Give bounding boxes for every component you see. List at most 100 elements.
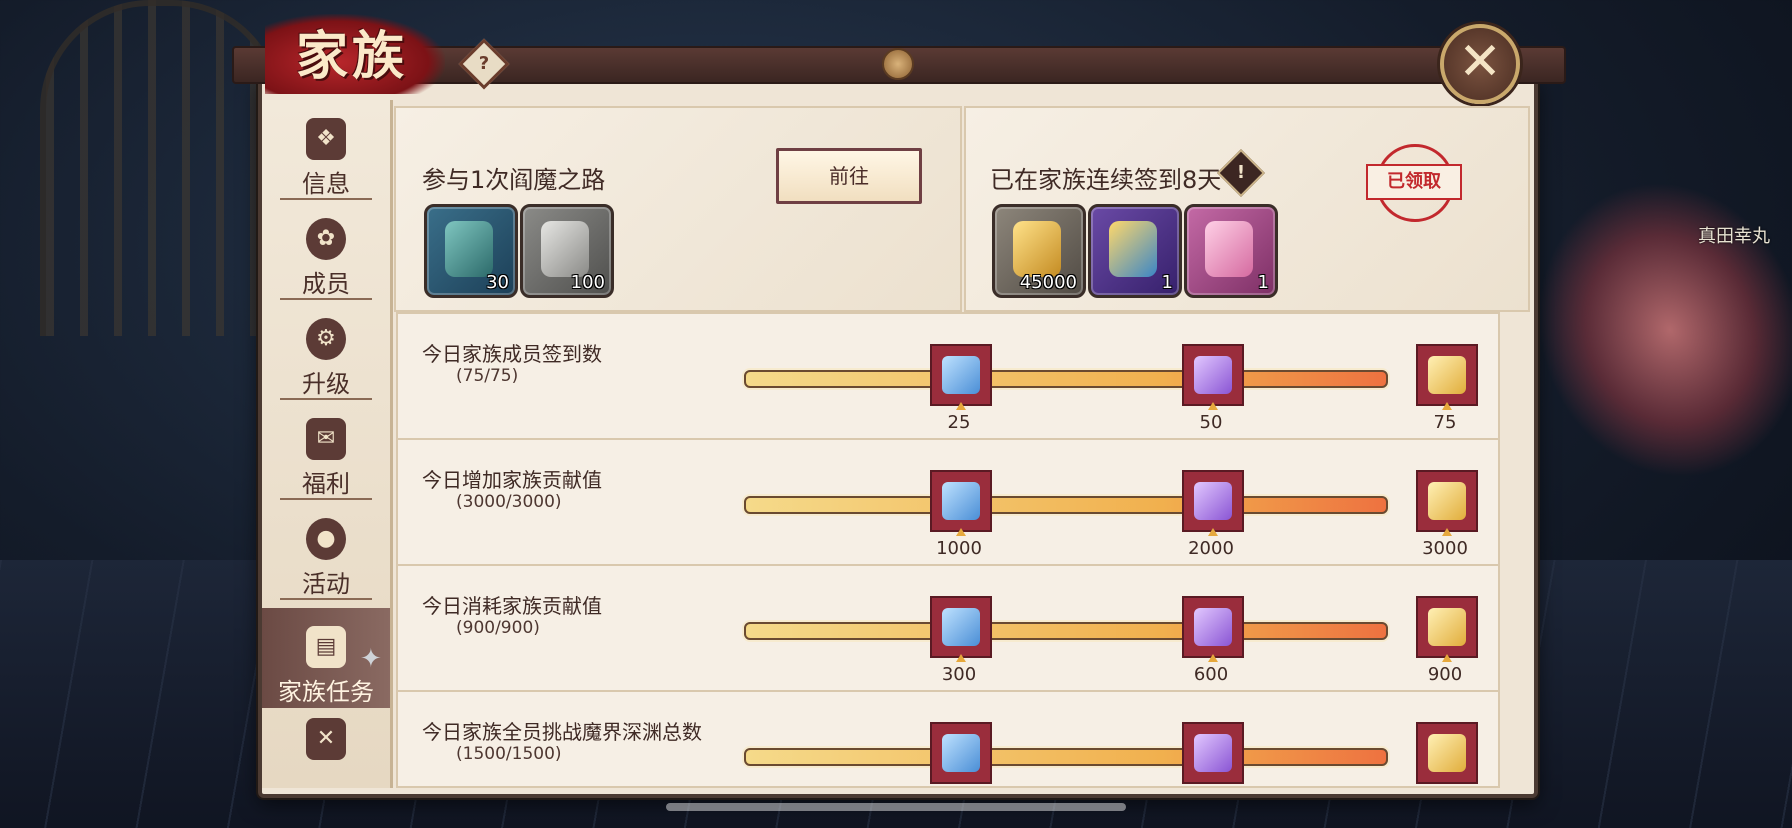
gold-chest-icon — [1428, 608, 1466, 646]
sidebar-item-label: 成员 — [302, 270, 350, 298]
milestone-label: 3000 — [1422, 538, 1468, 559]
gold-rune-icon — [1109, 221, 1157, 277]
progress-fill — [746, 624, 1386, 638]
task-title: 今日增加家族贡献值 — [422, 468, 602, 492]
marker-icon — [1442, 402, 1452, 410]
purple-chest-icon — [1194, 356, 1232, 394]
blue-chest-icon — [942, 482, 980, 520]
task-progress: (900/900) — [456, 618, 540, 638]
sidebar-item-label: 福利 — [302, 470, 350, 498]
purple-chest-icon — [1194, 734, 1232, 772]
crossed-weapons-icon: ✕ — [306, 718, 346, 760]
marker-icon — [956, 654, 966, 662]
marker-icon — [1208, 654, 1218, 662]
members-icon: ✿ — [306, 218, 346, 260]
page-title: 家族 — [296, 26, 409, 87]
claimed-stamp-label: 已领取 — [1366, 164, 1462, 200]
reward-count: 1 — [1257, 272, 1269, 293]
reward-chest-button[interactable] — [1416, 722, 1478, 784]
goto-button[interactable]: 前往 — [776, 148, 922, 204]
reward-chest-button[interactable] — [1416, 344, 1478, 410]
marker-icon — [1208, 528, 1218, 536]
reward-item[interactable]: 45000 — [992, 204, 1086, 298]
sidebar-item-members[interactable]: ✿ 成员 — [262, 200, 390, 300]
upgrade-icon: ⚙ — [306, 318, 346, 360]
sidebar-item-battle[interactable]: ✕ — [262, 700, 390, 800]
gold-chest-icon — [1428, 356, 1466, 394]
progress-bar — [744, 622, 1388, 640]
task-progress: (75/75) — [456, 366, 519, 386]
reward-chest-button[interactable] — [930, 596, 992, 662]
gold-coin-icon — [1013, 221, 1061, 277]
reward-count: 30 — [486, 272, 509, 293]
reward-chest-button[interactable] — [930, 470, 992, 536]
npc-name-label: 真田幸丸 — [1698, 226, 1770, 247]
milestone-label: 1000 — [936, 538, 982, 559]
marker-icon — [1442, 654, 1452, 662]
milestone-label: 25 — [947, 412, 971, 433]
sidebar-item-upgrade[interactable]: ⚙ 升级 — [262, 300, 390, 400]
signin-card: 已在家族连续签到8天 ! 已领取 45000 1 1 — [964, 106, 1530, 312]
reward-chest-button[interactable] — [1416, 470, 1478, 536]
marker-icon — [956, 402, 966, 410]
top-ornament-icon — [882, 48, 914, 80]
blue-chest-icon — [942, 356, 980, 394]
home-indicator[interactable] — [666, 803, 1126, 811]
progress-fill — [746, 750, 1386, 764]
daruma-icon: ● — [306, 518, 346, 560]
sidebar-item-label: 升级 — [302, 370, 350, 398]
iron-ore-icon — [541, 221, 589, 277]
reward-chest-button[interactable] — [1182, 722, 1244, 784]
sidebar-item-info[interactable]: ❖ 信息 — [262, 100, 390, 200]
purple-chest-icon — [1194, 608, 1232, 646]
milestone-label: 2000 — [1188, 538, 1234, 559]
exclamation-icon: ! — [1236, 162, 1246, 183]
task-title: 今日消耗家族贡献值 — [422, 594, 602, 618]
task-title: 今日家族全员挑战魔界深渊总数 — [422, 720, 702, 744]
marker-icon — [1442, 528, 1452, 536]
blue-chest-icon — [942, 734, 980, 772]
sidebar-item-label: 活动 — [302, 570, 350, 598]
task-row: 今日家族成员签到数 (75/75) 25 50 75 — [396, 312, 1500, 440]
reward-item[interactable]: 30 — [424, 204, 518, 298]
reward-chest-button[interactable] — [1416, 596, 1478, 662]
jade-token-icon — [445, 221, 493, 277]
reward-chest-button[interactable] — [930, 344, 992, 410]
progress-bar — [744, 748, 1388, 766]
task-progress: (1500/1500) — [456, 744, 562, 764]
reward-chest-button[interactable] — [1182, 470, 1244, 536]
reward-item[interactable]: 1 — [1184, 204, 1278, 298]
reward-chest-button[interactable] — [930, 722, 992, 784]
progress-bar — [744, 496, 1388, 514]
purple-chest-icon — [1194, 482, 1232, 520]
gold-chest-icon — [1428, 482, 1466, 520]
signin-title: 已在家族连续签到8天 — [990, 166, 1222, 194]
task-title: 今日家族成员签到数 — [422, 342, 602, 366]
pink-crystal-icon — [1205, 221, 1253, 277]
milestone-label: 900 — [1427, 664, 1463, 685]
quest-title: 参与1次阎魔之路 — [422, 166, 606, 194]
close-button[interactable]: ✕ — [1440, 24, 1520, 104]
reward-item[interactable]: 1 — [1088, 204, 1182, 298]
reward-chest-button[interactable] — [1182, 596, 1244, 662]
milestone-label: 75 — [1433, 412, 1457, 433]
sidebar-item-label: 信息 — [302, 170, 350, 198]
info-icon: ❖ — [306, 118, 346, 160]
gold-chest-icon — [1428, 734, 1466, 772]
scroll-icon: ▤ — [306, 626, 346, 668]
info-button[interactable]: ! — [1216, 148, 1266, 198]
progress-fill — [746, 372, 1386, 386]
reward-item[interactable]: 100 — [520, 204, 614, 298]
sidebar: ❖ 信息 ✿ 成员 ⚙ 升级 ✉ 福利 ● 活动 ▤ 家族任务 ✕ — [262, 100, 393, 788]
sidebar-item-events[interactable]: ● 活动 — [262, 500, 390, 600]
progress-bar — [744, 370, 1388, 388]
sidebar-item-welfare[interactable]: ✉ 福利 — [262, 400, 390, 500]
task-row: 今日增加家族贡献值 (3000/3000) 1000 2000 3000 — [396, 438, 1500, 566]
reward-chest-button[interactable] — [1182, 344, 1244, 410]
shuriken-pointer-icon: ✦ — [360, 644, 382, 674]
milestone-label: 600 — [1193, 664, 1229, 685]
task-row: 今日家族全员挑战魔界深渊总数 (1500/1500) — [396, 690, 1500, 788]
task-progress: (3000/3000) — [456, 492, 562, 512]
question-icon: ? — [478, 53, 490, 74]
task-row: 今日消耗家族贡献值 (900/900) 300 600 900 — [396, 564, 1500, 692]
